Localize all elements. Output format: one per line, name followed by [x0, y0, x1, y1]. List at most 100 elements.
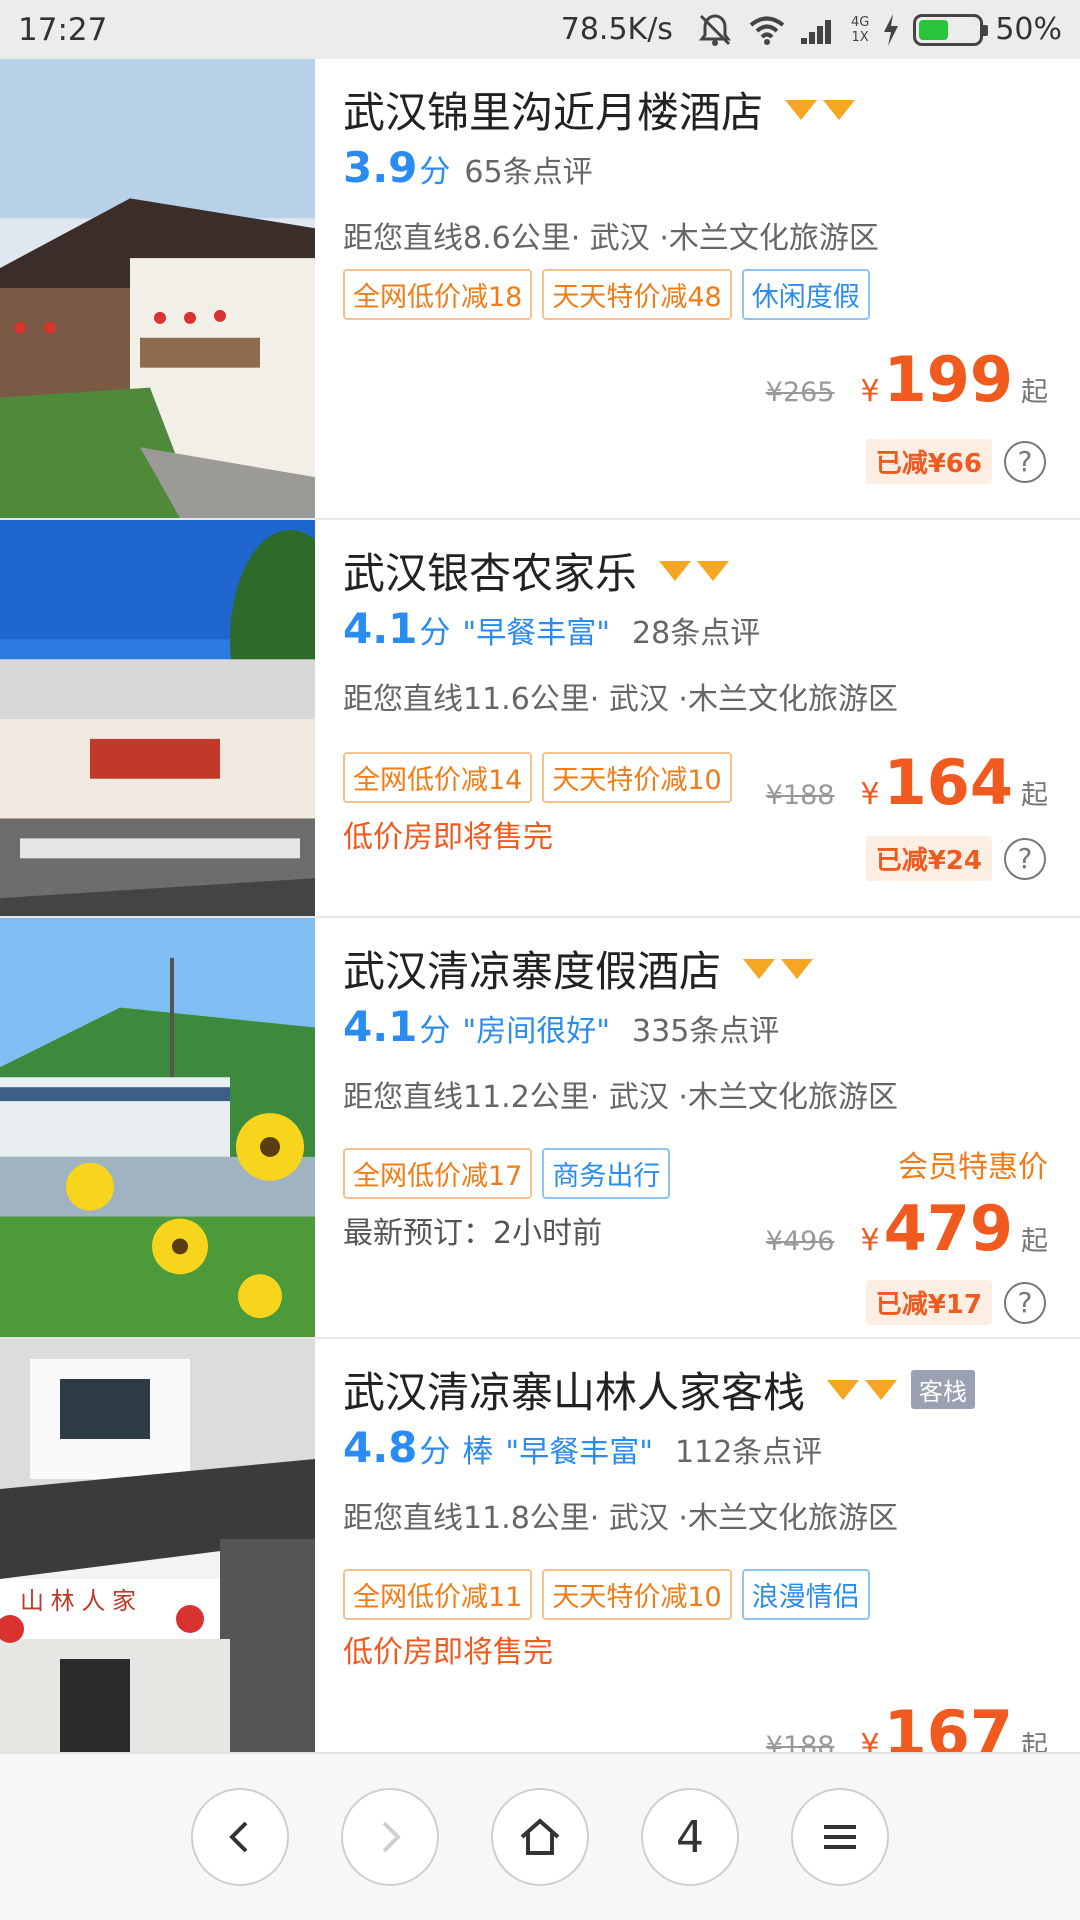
tag: 商务出行: [542, 1148, 671, 1199]
price-from-label: 起: [1021, 377, 1048, 408]
saved-amount: 已减¥17: [865, 1280, 992, 1325]
rating-row: 3.9 分 65条点评: [343, 143, 593, 192]
member-price-label: 会员特惠价: [898, 1150, 1048, 1185]
score: 4.8: [343, 1423, 418, 1472]
battery-level: [919, 19, 949, 40]
tag: 天天特价减10: [542, 1569, 732, 1620]
diamond-icon: [865, 1379, 898, 1400]
review-quote: "早餐丰富": [505, 1435, 654, 1470]
review-count[interactable]: 112条点评: [675, 1427, 822, 1471]
hotel-title-row: 武汉银杏农家乐: [343, 540, 730, 601]
hotel-photo: [0, 520, 315, 916]
rating-row: 4.1 分 "房间很好" 335条点评: [343, 1002, 779, 1051]
diamond-icon: [781, 958, 814, 979]
network-speed: 78.5K/s: [560, 12, 673, 47]
discount-row: 已减¥66 ?: [865, 439, 1046, 484]
hotel-title-row: 武汉清凉寨山林人家客栈 客栈: [343, 1359, 976, 1420]
menu-button[interactable]: [791, 1788, 889, 1886]
currency-symbol: ¥: [860, 777, 880, 812]
home-icon: [520, 1818, 560, 1855]
network-type: 4G 1X: [850, 14, 870, 45]
price: 167: [883, 1697, 1013, 1753]
help-icon[interactable]: ?: [1004, 1281, 1046, 1324]
sellout-notice: 低价房即将售完: [343, 820, 553, 855]
forward-button[interactable]: [341, 1788, 439, 1886]
hotel-card[interactable]: 武汉锦里沟近月楼酒店 3.9 分 65条点评 距您直线8.6公里· 武汉 ·木兰…: [0, 59, 1080, 520]
tag-list: 全网低价减11 天天特价减10 浪漫情侣: [343, 1569, 870, 1620]
hotel-card[interactable]: 武汉银杏农家乐 4.1 分 "早餐丰富" 28条点评 距您直线11.6公里· 武…: [0, 520, 1080, 918]
recent-booking: 最新预订：2小时前: [343, 1216, 603, 1251]
tag: 休闲度假: [741, 269, 870, 320]
hotel-name: 武汉清凉寨山林人家客栈: [343, 1368, 806, 1417]
tag: 浪漫情侣: [741, 1569, 870, 1620]
status-icons: 78.5K/s 4G 1X 50%: [561, 10, 1062, 50]
score-word: 棒: [462, 1434, 494, 1470]
diamond-icon: [785, 99, 818, 120]
saved-amount: 已减¥24: [865, 836, 992, 881]
signal-icon: [799, 10, 839, 50]
tag: 天天特价减48: [542, 269, 732, 320]
review-quote: "房间很好": [462, 1014, 611, 1049]
forward-icon: [382, 1821, 401, 1853]
price-row: ¥188 ¥ 164 起: [766, 752, 1048, 814]
battery-icon: [913, 13, 989, 46]
distance-text: 距您直线11.6公里· 武汉 ·木兰文化旅游区: [343, 682, 898, 717]
review-count[interactable]: 65条点评: [464, 147, 592, 191]
status-time: 17:27: [18, 11, 108, 48]
hotel-name: 武汉锦里沟近月楼酒店: [343, 88, 764, 137]
tag: 全网低价减18: [343, 269, 533, 320]
original-price: ¥265: [765, 377, 835, 408]
help-icon[interactable]: ?: [1004, 837, 1046, 880]
score: 3.9: [343, 143, 418, 192]
hotel-card[interactable]: 山 林 人 家 武汉清凉寨山林人家客栈 客栈 4.8 分 棒 "早餐丰富" 11…: [0, 1339, 1080, 1752]
tag: 全网低价减17: [343, 1148, 533, 1199]
diamond-rating: [827, 1379, 898, 1400]
wifi-icon: [747, 10, 787, 50]
hotel-photo: [0, 918, 315, 1337]
back-icon: [229, 1821, 248, 1853]
score-unit: 分: [419, 615, 451, 651]
tabs-count: 4: [676, 1811, 704, 1863]
diamond-icon: [827, 1379, 860, 1400]
price-from-label: 起: [1021, 780, 1048, 811]
hotel-name: 武汉清凉寨度假酒店: [343, 947, 722, 996]
original-price: ¥188: [765, 1731, 835, 1752]
price: 164: [883, 746, 1013, 819]
hotel-photo: 山 林 人 家: [0, 1339, 315, 1752]
review-count[interactable]: 335条点评: [632, 1006, 779, 1050]
distance-text: 距您直线11.2公里· 武汉 ·木兰文化旅游区: [343, 1080, 898, 1115]
charging-icon: [881, 10, 901, 50]
tag-list: 全网低价减17 商务出行: [343, 1148, 671, 1199]
back-button[interactable]: [191, 1788, 289, 1886]
score: 4.1: [343, 1002, 418, 1051]
diamond-icon: [823, 99, 856, 120]
price-row: ¥188 ¥ 167 起: [765, 1697, 1048, 1753]
currency-symbol: ¥: [860, 374, 880, 409]
score-unit: 分: [419, 154, 451, 190]
price: 199: [883, 343, 1013, 416]
review-count[interactable]: 28条点评: [632, 608, 760, 652]
hotel-info: 武汉清凉寨山林人家客栈 客栈 4.8 分 棒 "早餐丰富" 112条点评 距您直…: [343, 1339, 1060, 1752]
battery-percent: 50%: [995, 12, 1062, 47]
discount-row: 已减¥24 ?: [865, 836, 1046, 881]
price-from-label: 起: [1021, 1731, 1048, 1752]
diamond-rating: [743, 958, 814, 979]
distance-text: 距您直线11.8公里· 武汉 ·木兰文化旅游区: [343, 1501, 898, 1536]
tag-list: 全网低价减14 天天特价减10: [343, 752, 732, 803]
currency-symbol: ¥: [860, 1223, 880, 1258]
tabs-button[interactable]: 4: [641, 1788, 739, 1886]
browser-toolbar: 4: [0, 1752, 1080, 1920]
rating-row: 4.1 分 "早餐丰富" 28条点评: [343, 604, 760, 653]
tag: 全网低价减14: [343, 752, 533, 803]
hotel-info: 武汉清凉寨度假酒店 4.1 分 "房间很好" 335条点评 距您直线11.2公里…: [343, 918, 1060, 1337]
diamond-rating: [785, 99, 856, 120]
score-unit: 分: [419, 1434, 451, 1470]
price: 479: [883, 1192, 1013, 1265]
hotel-card[interactable]: 武汉清凉寨度假酒店 4.1 分 "房间很好" 335条点评 距您直线11.2公里…: [0, 918, 1080, 1339]
price-from-label: 起: [1021, 1226, 1048, 1257]
rating-row: 4.8 分 棒 "早餐丰富" 112条点评: [343, 1423, 822, 1472]
score-unit: 分: [419, 1013, 451, 1049]
home-button[interactable]: [491, 1788, 589, 1886]
review-quote: "早餐丰富": [462, 616, 611, 651]
help-icon[interactable]: ?: [1004, 440, 1046, 483]
